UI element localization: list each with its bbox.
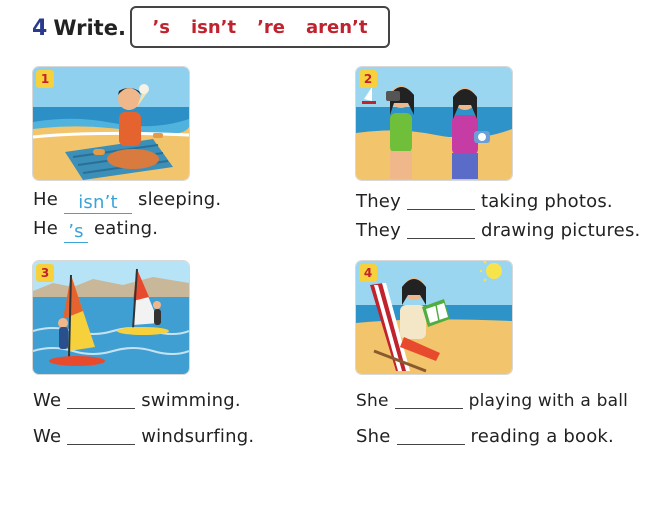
sentence-rest: playing with a ball xyxy=(468,391,629,411)
sentence: She playing with a ball xyxy=(356,388,628,411)
sentence-subject: She xyxy=(356,426,391,447)
exercise-number: 4 xyxy=(32,15,48,41)
sentence-subject: He xyxy=(33,218,59,239)
sentence: They drawing pictures. xyxy=(356,218,640,241)
picture-badge: 4 xyxy=(359,264,377,282)
word-option: ’s xyxy=(152,16,171,38)
sentence: They taking photos. xyxy=(356,189,613,212)
sentence-rest: swimming. xyxy=(141,390,241,411)
sentence-subject: They xyxy=(356,220,401,241)
answer-blank[interactable] xyxy=(394,388,463,409)
answer-blank[interactable] xyxy=(396,424,465,445)
answer-blank[interactable] xyxy=(67,424,136,445)
word-box: ’s isn’t ’re aren’t xyxy=(130,6,390,48)
word-option: ’re xyxy=(257,16,286,38)
sentence-rest: drawing pictures. xyxy=(480,220,641,241)
sentence: We swimming. xyxy=(33,388,241,411)
sentence-subject: We xyxy=(33,390,62,411)
picture-girls-photos: 2 xyxy=(356,67,512,180)
sentence-rest: windsurfing. xyxy=(141,426,255,447)
answer-blank[interactable] xyxy=(406,218,475,239)
sentence-subject: She xyxy=(356,391,389,411)
picture-boy-eating: 1 xyxy=(33,67,189,180)
sentence: She reading a book. xyxy=(356,424,614,447)
sentence-rest: sleeping. xyxy=(138,189,222,210)
sentence-subject: We xyxy=(33,426,62,447)
answer-blank[interactable]: isn’t xyxy=(64,193,133,214)
sentence-subject: They xyxy=(356,191,401,212)
exercise-header: 4 Write. xyxy=(32,8,126,48)
answer-blank[interactable] xyxy=(406,189,475,210)
picture-windsurfing: 3 xyxy=(33,261,189,374)
word-option: isn’t xyxy=(190,16,237,38)
sentence: We windsurfing. xyxy=(33,424,254,447)
answer-blank[interactable]: ’s xyxy=(64,222,89,243)
sentence: He’s eating. xyxy=(33,218,158,243)
picture-badge: 3 xyxy=(36,264,54,282)
sentence: He isn’t sleeping. xyxy=(33,189,221,214)
picture-badge: 1 xyxy=(36,70,54,88)
sentence-rest: taking photos. xyxy=(480,191,613,212)
answer-blank[interactable] xyxy=(67,388,136,409)
picture-girl-reading: 4 xyxy=(356,261,512,374)
sentence-subject: He xyxy=(33,189,59,210)
sentence-rest: eating. xyxy=(94,218,159,239)
exercise-title: Write. xyxy=(53,16,126,40)
picture-badge: 2 xyxy=(359,70,377,88)
sentence-rest: reading a book. xyxy=(470,426,614,447)
word-option: aren’t xyxy=(305,16,368,38)
